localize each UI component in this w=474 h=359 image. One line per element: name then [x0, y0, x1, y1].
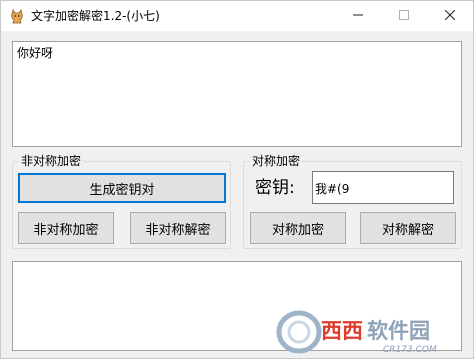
maximize-button[interactable]: [381, 1, 427, 31]
minimize-button[interactable]: [335, 1, 381, 31]
cat-icon: [9, 8, 25, 24]
symmetric-decrypt-button[interactable]: 对称解密: [360, 212, 456, 244]
symmetric-encrypt-button[interactable]: 对称加密: [250, 212, 346, 244]
close-icon: [444, 9, 456, 23]
asymmetric-decrypt-button[interactable]: 非对称解密: [130, 212, 226, 244]
app-window: 文字加密解密1.2-(小七) 你好呀 非对称加密 生成密钥对 非对称加密 非对称…: [0, 0, 474, 359]
asymmetric-encrypt-button[interactable]: 非对称加密: [18, 212, 114, 244]
asymmetric-group-title: 非对称加密: [19, 153, 84, 169]
close-button[interactable]: [427, 1, 473, 31]
title-bar[interactable]: 文字加密解密1.2-(小七): [1, 1, 473, 31]
svg-text:西西: 西西: [321, 319, 363, 343]
svg-text:软件园: 软件园: [367, 319, 430, 343]
symmetric-group-title: 对称加密: [250, 153, 303, 169]
maximize-icon: [399, 9, 409, 23]
key-label: 密钥:: [255, 178, 295, 198]
key-input[interactable]: 我#(9: [312, 171, 454, 204]
window-title: 文字加密解密1.2-(小七): [31, 9, 160, 23]
generate-keypair-button[interactable]: 生成密钥对: [18, 173, 226, 203]
input-textarea[interactable]: 你好呀: [12, 41, 462, 147]
watermark-logo: 西西 软件园 CR173.COM: [275, 308, 471, 356]
svg-text:CR173.COM: CR173.COM: [383, 345, 437, 355]
minimize-icon: [353, 9, 363, 23]
